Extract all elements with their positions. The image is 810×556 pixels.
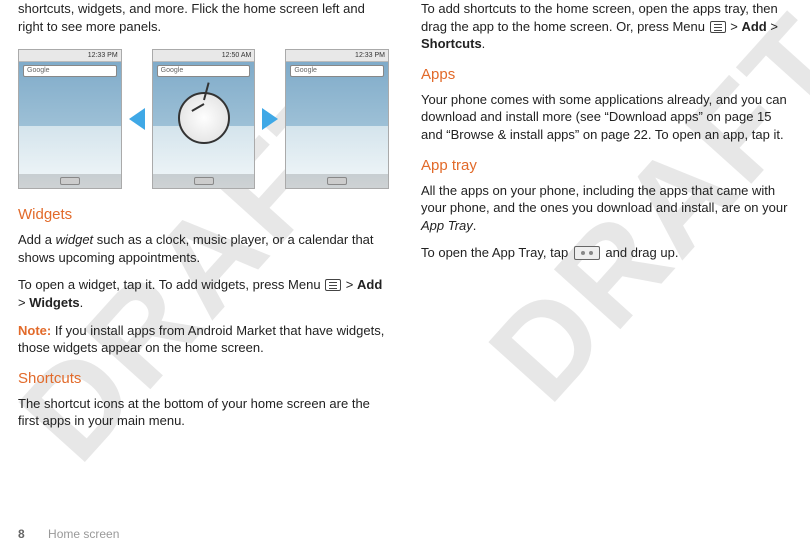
page-footer: 8 Home screen <box>18 526 119 542</box>
screen-panel-center: 12:50 AM Google <box>152 49 256 189</box>
text-bold: Add <box>741 19 766 34</box>
text: All the apps on your phone, including th… <box>421 183 787 216</box>
app-tray-icon <box>574 246 600 260</box>
widgets-paragraph-2: To open a widget, tap it. To add widgets… <box>18 276 389 311</box>
app-tray-handle <box>60 177 80 185</box>
app-tray-handle <box>327 177 347 185</box>
shortcuts-heading: Shortcuts <box>18 369 389 389</box>
menu-icon <box>710 21 726 33</box>
text: To open a widget, tap it. To add widgets… <box>18 277 324 292</box>
widgets-note: Note: If you install apps from Android M… <box>18 322 389 357</box>
text: To open the App Tray, tap <box>421 245 572 260</box>
clock-widget-icon <box>178 92 230 144</box>
widgets-heading: Widgets <box>18 205 389 225</box>
search-widget: Google <box>157 65 251 77</box>
arrow-right-icon <box>259 108 281 130</box>
app-tray-handle <box>194 177 214 185</box>
search-widget: Google <box>23 65 117 77</box>
search-widget: Google <box>290 65 384 77</box>
page-number: 8 <box>18 527 25 541</box>
apps-heading: Apps <box>421 65 792 85</box>
home-panels-illustration: 12:33 PM Google 12:50 AM Google 12:33 PM <box>18 49 389 189</box>
section-name: Home screen <box>48 527 119 541</box>
widgets-paragraph-1: Add a widget such as a clock, music play… <box>18 231 389 266</box>
page-content: shortcuts, widgets, and more. Flick the … <box>0 0 810 440</box>
status-bar: 12:33 PM <box>286 50 388 62</box>
text: Add a <box>18 232 56 247</box>
shortcuts-paragraph-1: The shortcut icons at the bottom of your… <box>18 395 389 430</box>
apptray-paragraph-1: All the apps on your phone, including th… <box>421 182 792 235</box>
apptray-paragraph-2: To open the App Tray, tap and drag up. <box>421 244 792 262</box>
intro-continuation: shortcuts, widgets, and more. Flick the … <box>18 0 389 35</box>
left-column: shortcuts, widgets, and more. Flick the … <box>18 0 389 440</box>
arrow-left-icon <box>126 108 148 130</box>
text-italic: widget <box>56 232 94 247</box>
text-bold: Widgets <box>29 295 79 310</box>
menu-icon <box>325 279 341 291</box>
text-italic: App Tray <box>421 218 473 233</box>
status-bar: 12:33 PM <box>19 50 121 62</box>
apps-paragraph-1: Your phone comes with some applications … <box>421 91 792 144</box>
text: and drag up. <box>602 245 679 260</box>
screen-panel-right: 12:33 PM Google <box>285 49 389 189</box>
text: If you install apps from Android Market … <box>18 323 384 356</box>
shortcuts-paragraph-2: To add shortcuts to the home screen, ope… <box>421 0 792 53</box>
text-bold: Add <box>357 277 382 292</box>
status-bar: 12:50 AM <box>153 50 255 62</box>
screen-panel-left: 12:33 PM Google <box>18 49 122 189</box>
right-column: To add shortcuts to the home screen, ope… <box>421 0 792 440</box>
text-bold: Shortcuts <box>421 36 482 51</box>
note-label: Note: <box>18 323 51 338</box>
apptray-heading: App tray <box>421 156 792 176</box>
